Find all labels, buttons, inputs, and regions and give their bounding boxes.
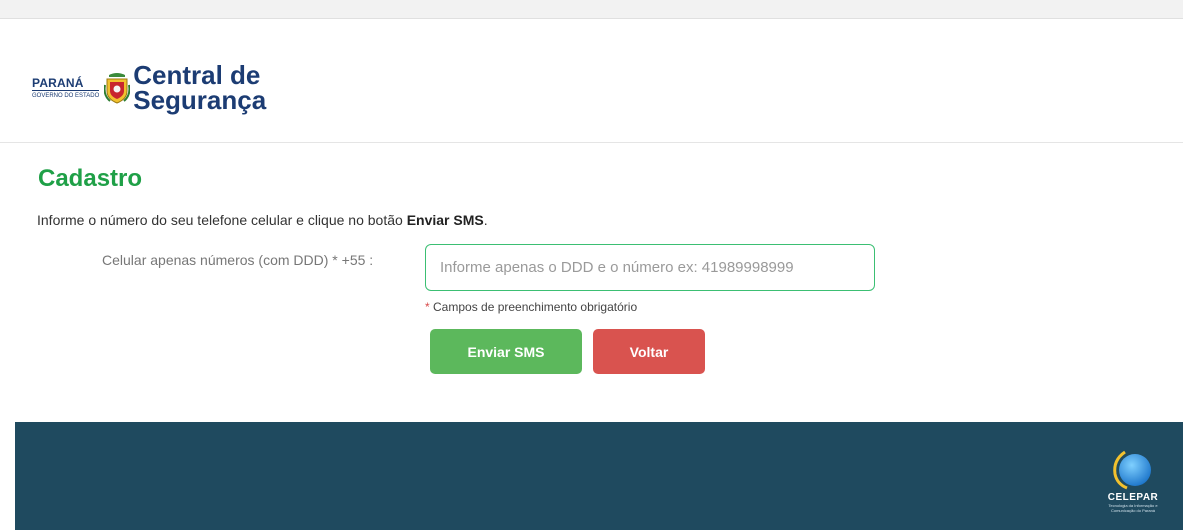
site-header: PARANÁ GOVERNO DO ESTADO Central de Segu… [0,18,1183,143]
instructions-prefix: Informe o número do seu telefone celular… [37,212,407,228]
celepar-subtitle: Tecnologia da Informação e Comunicação d… [1108,503,1158,513]
central-seguranca-logo[interactable]: PARANÁ GOVERNO DO ESTADO Central de Segu… [32,62,266,114]
page-title: Cadastro [38,165,143,192]
instructions-bold: Enviar SMS [406,212,484,228]
browser-top-strip [0,0,1183,19]
required-fields-note: * Campos de preenchimento obrigatório [425,300,637,314]
gov-subtitle: GOVERNO DO ESTADO [32,92,100,99]
instructions-suffix: . [483,212,488,228]
celepar-name: CELEPAR [1107,492,1159,503]
phone-input[interactable] [425,244,875,291]
required-note-text: Campos de preenchimento obrigatório [429,300,638,314]
brand-line-2: Segurança [133,85,267,115]
brand-title: Central de Segurança [133,62,267,115]
parana-government-mark: PARANÁ GOVERNO DO ESTADO [32,76,100,100]
phone-field-label: Celular apenas números (com DDD) * +55 : [102,252,374,268]
celepar-logo[interactable]: CELEPAR Tecnologia da Informação e Comun… [1107,446,1159,526]
send-sms-button[interactable]: Enviar SMS [430,329,582,374]
gov-name: PARANÁ [32,76,100,91]
instructions-text: Informe o número do seu telefone celular… [37,212,488,228]
back-button[interactable]: Voltar [593,329,705,374]
site-footer: CELEPAR Tecnologia da Informação e Comun… [15,422,1183,530]
celepar-logo-icon [1113,450,1151,490]
parana-coat-of-arms-icon [104,73,131,104]
